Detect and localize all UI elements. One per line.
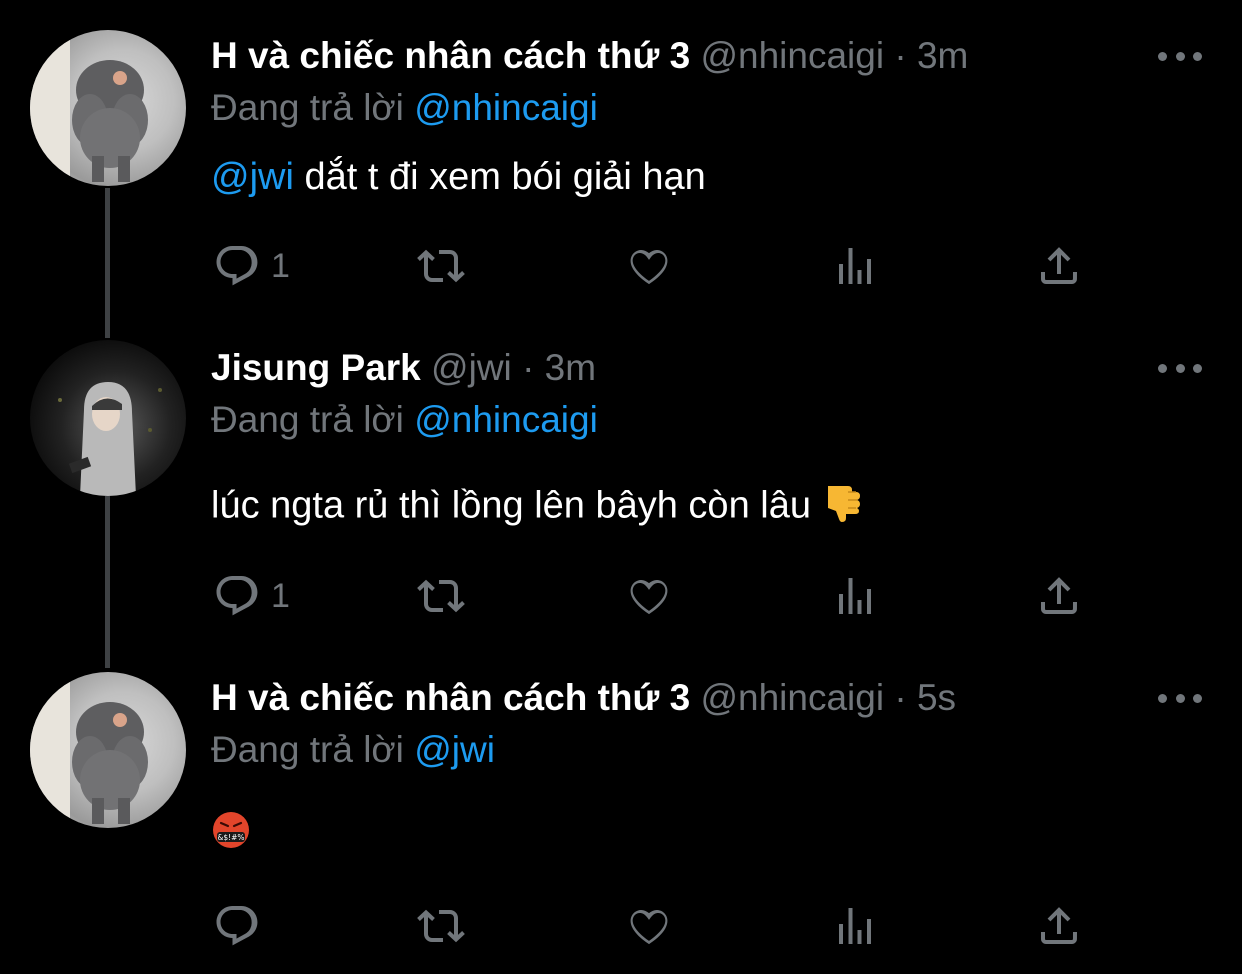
username[interactable]: @nhincaigi — [700, 677, 884, 718]
share-button[interactable] — [1035, 568, 1083, 624]
heart-icon — [630, 249, 668, 285]
tweet[interactable]: H và chiếc nhân cách thứ 3 @nhincaigi · … — [0, 0, 1242, 330]
more-options-icon[interactable] — [1158, 688, 1202, 708]
replying-to-mention[interactable]: @jwi — [414, 729, 495, 770]
avatar[interactable] — [30, 340, 186, 496]
replying-to: Đang trả lời @nhincaigi — [211, 398, 598, 442]
username[interactable]: @nhincaigi — [700, 35, 884, 76]
tweet-actions: 1 — [211, 238, 1111, 294]
replying-to: Đang trả lời @nhincaigi — [211, 86, 598, 130]
tweet-text: @jwi dắt t đi xem bói giải hạn — [211, 154, 706, 200]
thread-line — [105, 496, 110, 668]
tweet-text-content: lúc ngta rủ thì lồng lên bâyh còn lâu — [211, 484, 811, 527]
analytics-icon — [839, 248, 871, 284]
retweet-button[interactable] — [417, 568, 465, 624]
replying-to-mention[interactable]: @nhincaigi — [414, 399, 598, 440]
reply-count: 1 — [271, 576, 290, 615]
separator: · — [894, 35, 907, 76]
tweet-text: &$!#% — [211, 810, 251, 861]
retweet-button[interactable] — [417, 898, 465, 954]
retweet-icon — [417, 249, 465, 283]
mention-link[interactable]: @jwi — [211, 156, 294, 198]
views-button[interactable] — [831, 238, 879, 294]
thumbs-down-emoji — [822, 480, 866, 535]
tweet-header: H và chiếc nhân cách thứ 3 @nhincaigi · … — [211, 676, 956, 720]
replying-to-label: Đang trả lời — [211, 729, 404, 770]
heart-icon — [630, 579, 668, 615]
replying-to: Đang trả lời @jwi — [211, 728, 495, 772]
separator: · — [522, 347, 535, 388]
reply-icon — [216, 906, 258, 946]
share-icon — [1041, 577, 1077, 614]
tweet-header: H và chiếc nhân cách thứ 3 @nhincaigi · … — [211, 34, 968, 78]
replying-to-mention[interactable]: @nhincaigi — [414, 87, 598, 128]
username[interactable]: @jwi — [431, 347, 512, 388]
reply-button[interactable]: 1 — [213, 568, 290, 624]
display-name[interactable]: H và chiếc nhân cách thứ 3 — [211, 35, 690, 76]
reply-count: 1 — [271, 246, 290, 285]
more-options-icon[interactable] — [1158, 358, 1202, 378]
retweet-icon — [417, 579, 465, 613]
timestamp[interactable]: 3m — [545, 347, 596, 388]
replying-to-label: Đang trả lời — [211, 399, 404, 440]
like-button[interactable] — [625, 238, 673, 294]
heart-icon — [630, 909, 668, 945]
face-with-symbols-emoji: &$!#% — [211, 810, 251, 861]
analytics-icon — [839, 908, 871, 944]
timestamp[interactable]: 3m — [917, 35, 968, 76]
reply-button[interactable]: 1 — [213, 238, 290, 294]
views-button[interactable] — [831, 898, 879, 954]
retweet-icon — [417, 909, 465, 943]
reply-button[interactable] — [213, 898, 261, 954]
emoji-symbols: &$!#% — [217, 833, 244, 842]
avatar[interactable] — [30, 672, 186, 828]
like-button[interactable] — [625, 568, 673, 624]
analytics-icon — [839, 578, 871, 614]
separator: · — [894, 677, 907, 718]
retweet-button[interactable] — [417, 238, 465, 294]
share-button[interactable] — [1035, 898, 1083, 954]
reply-icon — [216, 246, 258, 286]
replying-to-label: Đang trả lời — [211, 87, 404, 128]
reply-icon — [216, 576, 258, 616]
tweet-header: Jisung Park @jwi · 3m — [211, 346, 596, 390]
more-options-icon[interactable] — [1158, 46, 1202, 66]
share-icon — [1041, 247, 1077, 284]
tweet-actions — [211, 898, 1111, 954]
share-button[interactable] — [1035, 238, 1083, 294]
share-icon — [1041, 907, 1077, 944]
tweet-actions: 1 — [211, 568, 1111, 624]
tweet-text: lúc ngta rủ thì lồng lên bâyh còn lâu — [211, 480, 866, 535]
timestamp[interactable]: 5s — [917, 677, 956, 718]
display-name[interactable]: H và chiếc nhân cách thứ 3 — [211, 677, 690, 718]
like-button[interactable] — [625, 898, 673, 954]
display-name[interactable]: Jisung Park — [211, 347, 421, 388]
views-button[interactable] — [831, 568, 879, 624]
avatar[interactable] — [30, 30, 186, 186]
tweet-text-content: dắt t đi xem bói giải hạn — [293, 156, 706, 198]
